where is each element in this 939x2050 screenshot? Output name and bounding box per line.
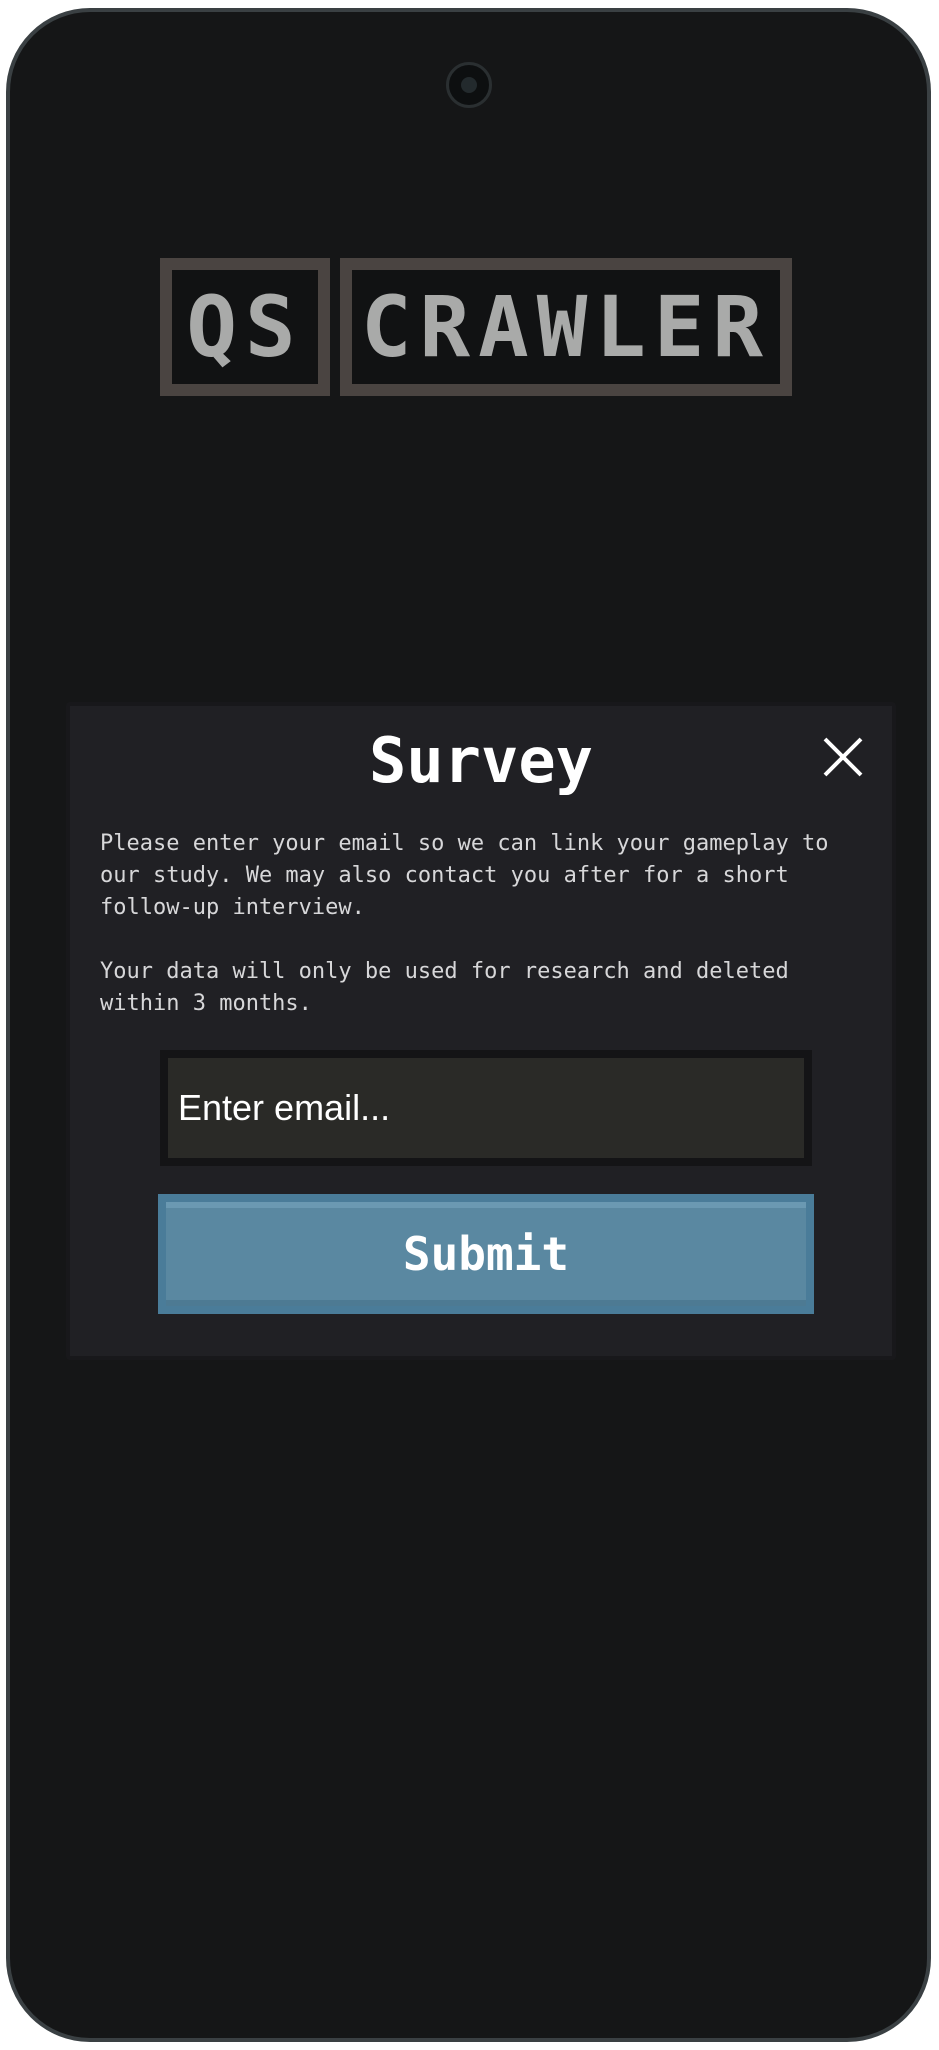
survey-privacy-note: Your data will only be used for research…	[100, 959, 789, 1016]
front-camera-icon	[446, 62, 492, 108]
survey-dialog: Survey Please enter your email so we can…	[66, 702, 896, 1360]
close-button[interactable]	[822, 736, 864, 778]
logo-part-qs: QS	[160, 258, 330, 396]
email-input[interactable]	[160, 1050, 812, 1166]
game-logo: QS CRAWLER	[160, 258, 792, 406]
survey-title: Survey	[369, 724, 593, 797]
survey-description: Please enter your email so we can link y…	[100, 831, 829, 920]
phone-screen: QS CRAWLER Survey Please enter your emai…	[6, 8, 931, 2042]
submit-button[interactable]: Submit	[158, 1194, 814, 1314]
close-icon	[823, 737, 863, 777]
logo-part-crawler: CRAWLER	[340, 258, 792, 396]
